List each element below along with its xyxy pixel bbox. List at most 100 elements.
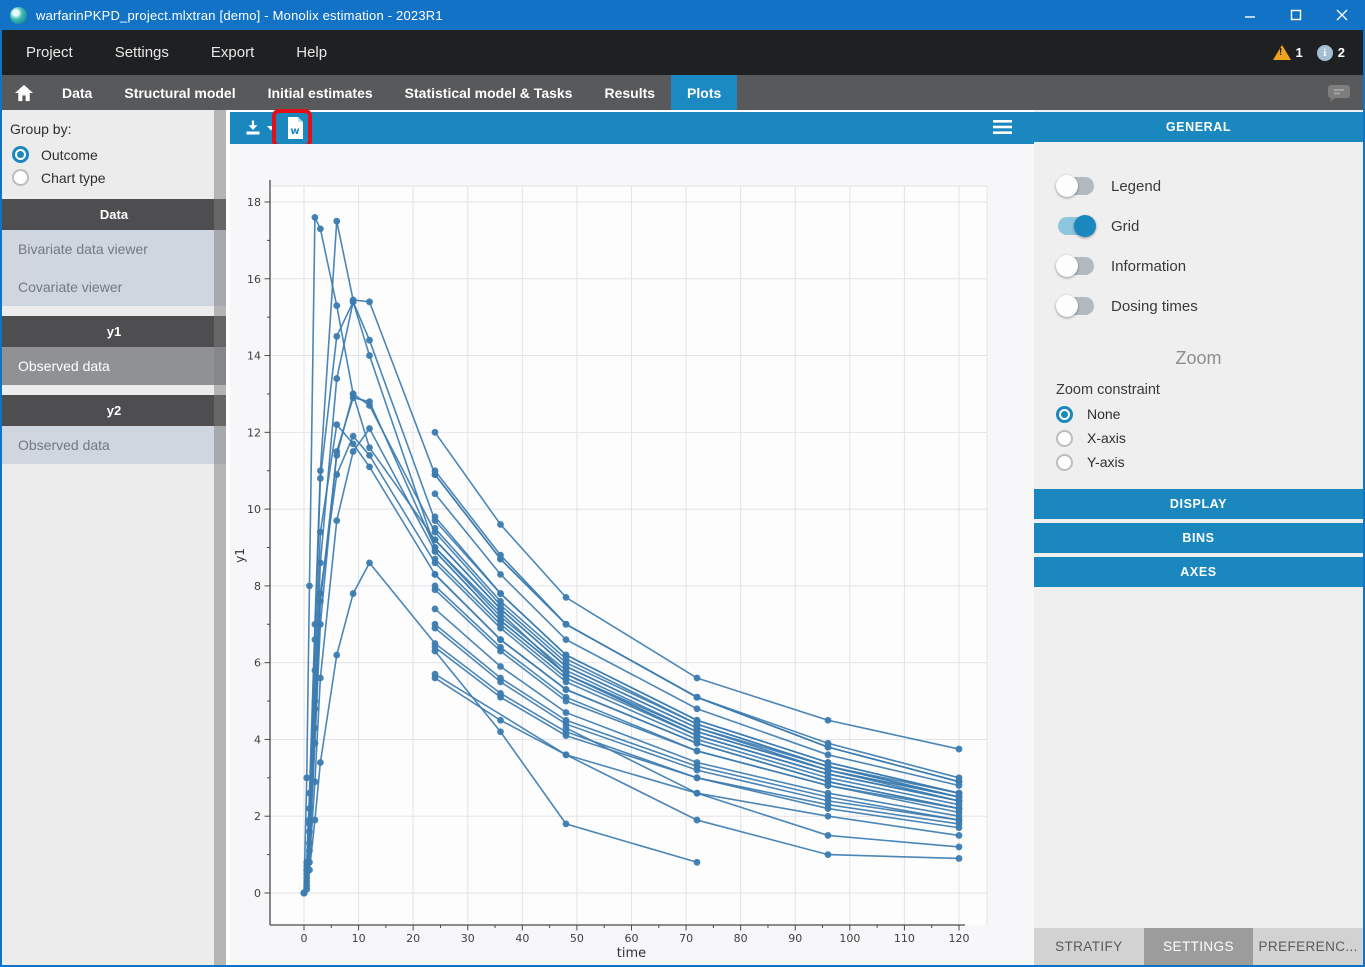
close-button[interactable] [1319,0,1365,30]
svg-text:2: 2 [254,810,261,823]
menu-project[interactable]: Project [2,44,94,61]
zoom-constraint-label: Zoom constraint [1056,382,1363,398]
general-section-header[interactable]: GENERAL [1034,112,1363,142]
zoom-option-x-axis[interactable]: X-axis [1034,426,1363,450]
main-tabbar: Data Structural model Initial estimates … [2,75,1363,110]
minimize-button[interactable] [1227,0,1273,30]
svg-text:30: 30 [461,932,475,945]
zoom-option-y-axis[interactable]: Y-axis [1034,450,1363,474]
dropdown-caret-icon [266,124,276,132]
svg-text:y1: y1 [233,548,247,563]
sidebar-item-y2-observed-data[interactable]: Observed data [2,426,226,464]
legend-toggle[interactable] [1058,177,1094,195]
sidebar-item-covariate-viewer[interactable]: Covariate viewer [2,268,226,306]
sidebar-item-bivariate-data-viewer[interactable]: Bivariate data viewer [2,230,226,268]
svg-text:0: 0 [254,887,261,900]
svg-text:70: 70 [679,932,693,945]
radio-icon [12,169,29,186]
word-export-button[interactable]: w [280,115,310,141]
svg-text:90: 90 [788,932,802,945]
svg-text:8: 8 [254,580,261,593]
legend-toggle-row: Legend [1034,166,1363,206]
zoom-option-none[interactable]: None [1034,402,1363,426]
svg-text:20: 20 [406,932,420,945]
app-logo-icon [10,7,27,24]
sidebar-scrollbar[interactable] [214,110,226,965]
information-toggle-row: Information [1034,246,1363,286]
observed-data-chart[interactable]: 0102030405060708090100110120024681012141… [230,144,1034,965]
home-icon [14,84,34,102]
plots-sidebar: Group by: Outcome Chart type Data Bivari… [2,110,226,965]
svg-text:14: 14 [247,350,261,363]
svg-text:100: 100 [839,932,860,945]
dosing-times-toggle-row: Dosing times [1034,286,1363,326]
stratify-tab[interactable]: STRATIFY [1034,928,1144,965]
menu-help[interactable]: Help [275,44,348,61]
menu-icon [993,119,1012,135]
tab-plots[interactable]: Plots [671,75,737,110]
titlebar: warfarinPKPD_project.mlxtran [demo] - Mo… [0,0,1365,30]
warning-icon [1273,45,1291,60]
axes-section-button[interactable]: AXES [1034,557,1363,587]
sidebar-section-data: Data [2,199,226,230]
groupby-option-chart-type[interactable]: Chart type [2,166,226,189]
radio-icon [1056,430,1073,447]
settings-panel: GENERAL Legend Grid Information Dosing t… [1034,110,1363,965]
svg-text:60: 60 [624,932,638,945]
radio-icon [1056,454,1073,471]
plot-region: w 01020304050607080901001101200246810121… [226,110,1034,965]
sidebar-section-y2: y2 [2,395,226,426]
svg-text:0: 0 [301,932,308,945]
svg-text:120: 120 [948,932,969,945]
preferences-tab[interactable]: PREFERENC... [1253,928,1363,965]
download-icon [244,119,262,137]
speech-bubble-icon[interactable] [1327,83,1351,103]
tab-statistical-model-tasks[interactable]: Statistical model & Tasks [389,75,589,110]
download-button[interactable] [244,117,278,139]
svg-text:10: 10 [247,503,261,516]
display-section-button[interactable]: DISPLAY [1034,489,1363,519]
tab-data[interactable]: Data [46,75,108,110]
svg-text:12: 12 [247,426,261,439]
info-badge[interactable]: i 2 [1317,45,1345,61]
svg-text:40: 40 [515,932,529,945]
grid-toggle[interactable] [1058,217,1094,235]
settings-tab[interactable]: SETTINGS [1144,928,1254,965]
dosing-times-toggle[interactable] [1058,297,1094,315]
radio-icon [12,146,29,163]
tab-initial-estimates[interactable]: Initial estimates [252,75,389,110]
word-export-icon: w [285,116,305,140]
svg-text:16: 16 [247,273,261,286]
warning-badge[interactable]: 1 [1273,45,1303,60]
info-count: 2 [1338,45,1345,60]
menubar: Project Settings Export Help 1 i 2 [2,30,1363,75]
svg-text:110: 110 [894,932,915,945]
svg-text:10: 10 [352,932,366,945]
tab-results[interactable]: Results [588,75,671,110]
svg-text:50: 50 [570,932,584,945]
grid-toggle-row: Grid [1034,206,1363,246]
groupby-option-outcome[interactable]: Outcome [2,143,226,166]
app-window: warfarinPKPD_project.mlxtran [demo] - Mo… [0,0,1365,967]
tab-structural-model[interactable]: Structural model [108,75,251,110]
warning-count: 1 [1296,45,1303,60]
menu-export[interactable]: Export [190,44,275,61]
sidebar-section-y1: y1 [2,316,226,347]
svg-text:18: 18 [247,196,261,209]
sidebar-item-y1-observed-data[interactable]: Observed data [2,347,226,385]
menu-settings[interactable]: Settings [94,44,190,61]
bins-section-button[interactable]: BINS [1034,523,1363,553]
group-by-label: Group by: [2,110,226,143]
svg-text:4: 4 [254,733,261,746]
svg-text:w: w [290,126,299,137]
info-icon: i [1317,45,1333,61]
zoom-section-title: Zoom [1034,348,1363,369]
radio-icon [1056,406,1073,423]
plot-menu-button[interactable] [993,119,1012,140]
home-button[interactable] [2,75,46,110]
window-title: warfarinPKPD_project.mlxtran [demo] - Mo… [36,8,443,23]
maximize-button[interactable] [1273,0,1319,30]
svg-text:time: time [617,946,646,961]
information-toggle[interactable] [1058,257,1094,275]
svg-text:6: 6 [254,657,261,670]
